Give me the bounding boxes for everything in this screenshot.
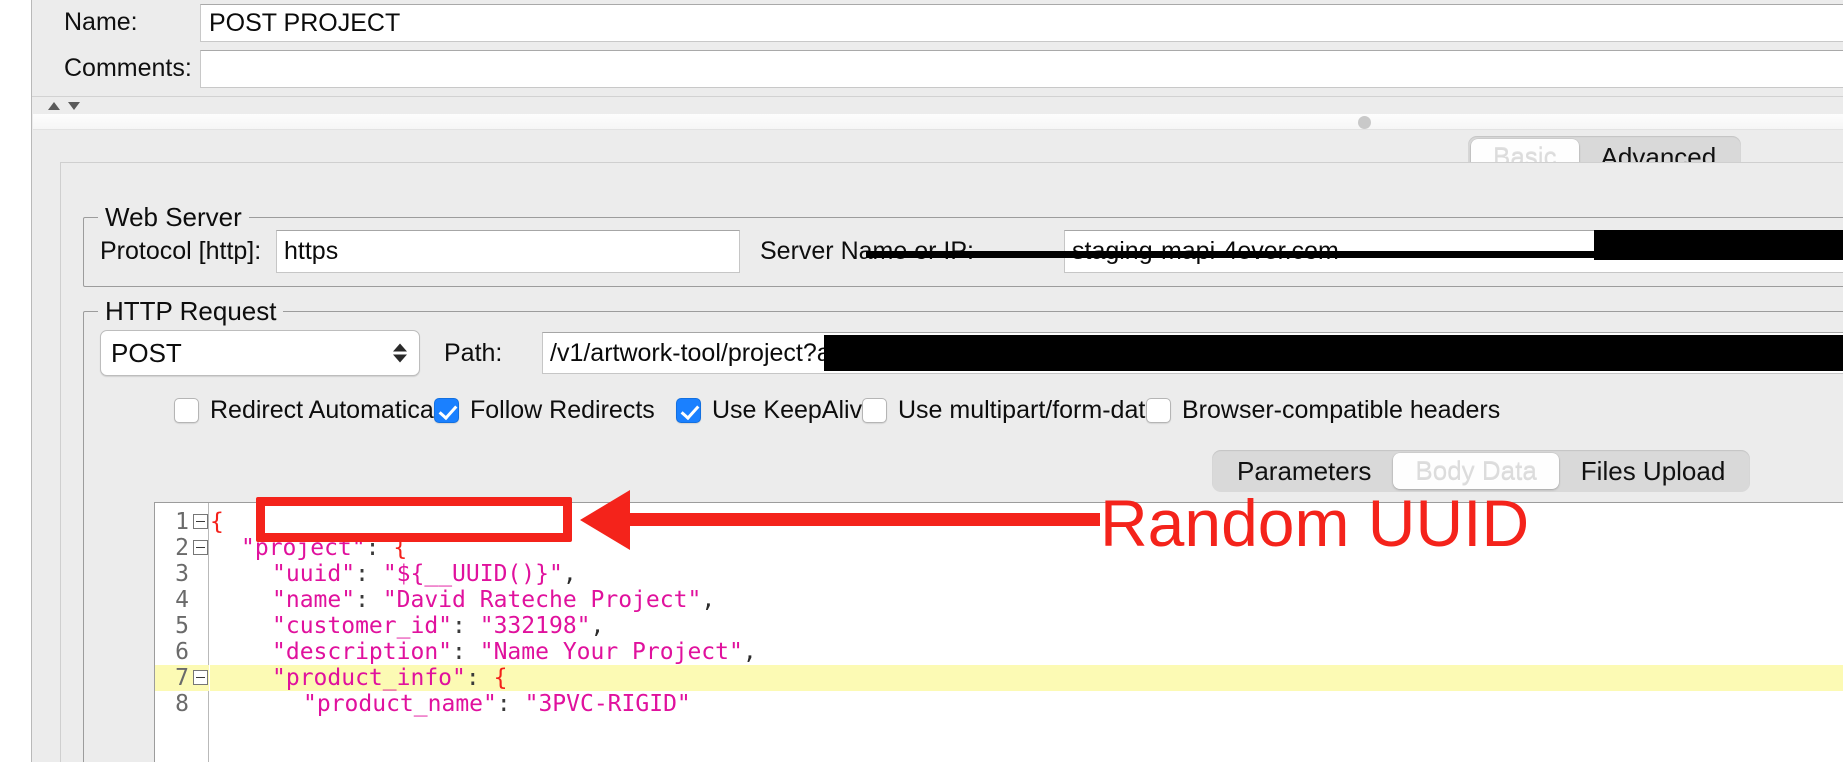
editor-line-number: 8: [175, 691, 189, 717]
sampler-header-form: Name: POST PROJECT Comments:: [32, 0, 1843, 96]
web-server-title: Web Server: [98, 202, 249, 233]
path-label: Path:: [444, 339, 503, 367]
option-label: Redirect Automatically: [210, 396, 458, 424]
request-options-row: Redirect Automatically Follow Redirects …: [84, 396, 1843, 436]
option-use-multipart-form-data[interactable]: Use multipart/form-data: [862, 396, 1159, 425]
chevron-updown-icon: [393, 343, 407, 363]
jmeter-http-request-window: Name: POST PROJECT Comments: Basic Advan…: [0, 0, 1843, 762]
editor-line-number: 3: [175, 561, 189, 587]
editor-gutter-row: 2: [155, 535, 209, 561]
editor-gutter-row: 8: [155, 691, 209, 717]
name-input[interactable]: POST PROJECT: [200, 4, 1843, 42]
advanced-settings-pane: Web Server Protocol [http]: https Server…: [60, 162, 1843, 762]
editor-gutter-row: 4: [155, 587, 209, 613]
option-use-keepalive[interactable]: Use KeepAlive: [676, 396, 876, 425]
option-redirect-automatically[interactable]: Redirect Automatically: [174, 396, 457, 425]
annotation-arrow-shaft: [600, 513, 1100, 526]
editor-line-number: 2: [175, 535, 189, 561]
checkbox-browser-compatible-headers[interactable]: [1146, 398, 1171, 423]
editor-line-text: "uuid": "${__UUID()}",: [272, 561, 577, 587]
editor-line-text: {: [210, 509, 224, 535]
editor-line-number: 4: [175, 587, 189, 613]
editor-line[interactable]: "uuid": "${__UUID()}",: [210, 561, 1843, 587]
code-fold-icon[interactable]: [193, 514, 208, 529]
editor-line-text: "name": "David Rateche Project",: [272, 587, 716, 613]
editor-line-text: "description": "Name Your Project",: [272, 639, 757, 665]
web-server-group: Web Server Protocol [http]: https Server…: [83, 202, 1843, 287]
editor-gutter-row: 5: [155, 613, 209, 639]
tab-parameters[interactable]: Parameters: [1215, 453, 1393, 489]
scroll-knob[interactable]: [1358, 116, 1371, 129]
editor-line[interactable]: "product_name": "3PVC-RIGID": [210, 691, 1843, 717]
editor-line[interactable]: "name": "David Rateche Project",: [210, 587, 1843, 613]
option-browser-compatible-headers[interactable]: Browser-compatible headers: [1146, 396, 1500, 425]
option-label: Browser-compatible headers: [1182, 396, 1501, 424]
http-method-select[interactable]: POST: [100, 330, 420, 376]
checkbox-redirect-automatically[interactable]: [174, 398, 199, 423]
editor-gutter: 12345678: [155, 503, 209, 762]
comments-label: Comments:: [64, 54, 192, 82]
name-row: Name: POST PROJECT: [32, 4, 1843, 42]
code-fold-icon[interactable]: [193, 540, 208, 555]
editor-line[interactable]: "product_info": {: [210, 665, 1843, 691]
protocol-label: Protocol [http]:: [100, 237, 262, 265]
editor-line-number: 1: [175, 509, 189, 535]
editor-line-number: 7: [175, 665, 189, 691]
editor-gutter-row: 1: [155, 509, 209, 535]
reorder-arrows-bar: [32, 96, 1843, 114]
checkbox-follow-redirects[interactable]: [434, 398, 459, 423]
checkbox-use-multipart-form-data[interactable]: [862, 398, 887, 423]
option-label: Follow Redirects: [470, 396, 655, 424]
editor-line[interactable]: "description": "Name Your Project",: [210, 639, 1843, 665]
annotation-label: Random UUID: [1100, 486, 1530, 560]
checkbox-use-keepalive[interactable]: [676, 398, 701, 423]
annotation-highlight-box: [256, 497, 572, 542]
move-up-icon[interactable]: [48, 102, 60, 110]
comments-input[interactable]: [200, 50, 1843, 88]
editor-line-text: "product_info": {: [272, 665, 508, 691]
option-label: Use multipart/form-data: [898, 396, 1160, 424]
editor-line-number: 6: [175, 639, 189, 665]
editor-line-text: "customer_id": "332198",: [272, 613, 605, 639]
editor-line-text: "product_name": "3PVC-RIGID": [303, 691, 691, 717]
protocol-input[interactable]: https: [276, 230, 740, 273]
panel-scroll-strip[interactable]: [33, 114, 1843, 130]
server-name-redaction-block: [1594, 230, 1843, 260]
name-label: Name:: [64, 8, 138, 36]
code-fold-icon[interactable]: [193, 670, 208, 685]
tab-body-data[interactable]: Body Data: [1393, 453, 1559, 489]
editor-line[interactable]: "customer_id": "332198",: [210, 613, 1843, 639]
editor-gutter-row: 7: [155, 665, 209, 691]
editor-gutter-row: 6: [155, 639, 209, 665]
path-redaction-block: [824, 335, 1843, 371]
annotation-arrow-head: [580, 490, 630, 550]
http-request-title: HTTP Request: [98, 296, 284, 327]
tab-files-upload[interactable]: Files Upload: [1559, 453, 1748, 489]
move-down-icon[interactable]: [68, 102, 80, 110]
option-follow-redirects[interactable]: Follow Redirects: [434, 396, 655, 425]
http-method-value: POST: [111, 337, 182, 368]
comments-row: Comments:: [32, 50, 1843, 88]
option-label: Use KeepAlive: [712, 396, 876, 424]
editor-line-number: 5: [175, 613, 189, 639]
editor-gutter-row: 3: [155, 561, 209, 587]
window-left-edge: [0, 0, 32, 762]
